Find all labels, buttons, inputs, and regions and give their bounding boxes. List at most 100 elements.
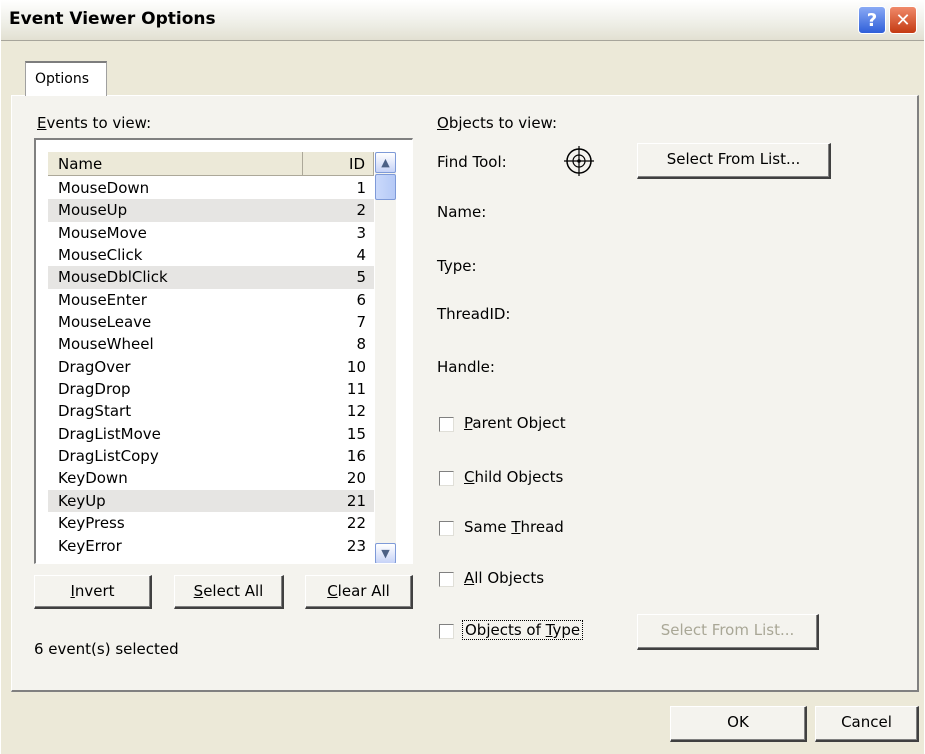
scroll-up-button[interactable]: ▲ — [375, 152, 396, 173]
objects-label-accel: O — [437, 114, 449, 132]
event-name: MouseEnter — [58, 290, 147, 309]
all-objects-checkbox[interactable] — [439, 572, 454, 587]
event-id: 3 — [356, 223, 366, 242]
event-row[interactable]: DragListMove 15 — [48, 423, 374, 445]
select-all-button[interactable]: Select All — [174, 575, 284, 609]
event-name: KeyPress — [58, 514, 125, 533]
event-row[interactable]: MouseClick 4 — [48, 244, 374, 266]
event-row[interactable]: MouseUp 2 — [48, 199, 374, 222]
event-row[interactable]: DragListCopy 16 — [48, 445, 374, 467]
crosshair-target-icon[interactable] — [562, 144, 596, 178]
event-id: 20 — [346, 469, 366, 488]
select-from-list-button[interactable]: Select From List... — [637, 143, 831, 179]
event-id: 4 — [356, 246, 366, 265]
event-id: 23 — [346, 536, 366, 555]
objects-to-view-label: Objects to view: — [437, 114, 557, 132]
child-objects-checkbox[interactable] — [439, 471, 454, 486]
event-name: MouseDblClick — [58, 268, 168, 287]
same-thread-accel: T — [511, 518, 521, 536]
event-row[interactable]: DragOver 10 — [48, 356, 374, 378]
invert-button[interactable]: Invert — [34, 575, 152, 609]
events-scrollbar[interactable]: ▲ ▼ — [375, 152, 396, 563]
chevron-up-icon: ▲ — [381, 156, 390, 169]
event-name: DragListCopy — [58, 447, 159, 466]
event-row[interactable]: MouseLeave 7 — [48, 311, 374, 333]
column-header-name-label: Name — [58, 155, 103, 173]
event-row[interactable]: KeyDown 20 — [48, 467, 374, 489]
event-row[interactable]: MouseDblClick 5 — [48, 266, 374, 289]
event-name: MouseWheel — [58, 335, 154, 354]
events-to-view-label: Events to view: — [37, 114, 151, 132]
column-header-id[interactable]: ID — [303, 152, 374, 176]
parent-object-text: arent Object — [472, 414, 566, 432]
event-row[interactable]: KeyPress 22 — [48, 512, 374, 534]
event-name: MouseUp — [58, 201, 128, 220]
event-name: MouseDown — [58, 179, 150, 197]
objects-of-type-pre: Objects of — [465, 621, 546, 639]
events-list[interactable]: Name ID MouseDown 1 MouseUp 2 MouseMove 3 Mous… — [34, 138, 413, 564]
events-label-text: vents to view: — [46, 114, 152, 132]
event-id: 1 — [356, 179, 366, 197]
event-id: 16 — [346, 447, 366, 466]
event-row[interactable]: KeyUp 21 — [48, 489, 374, 513]
select-from-list-type-button[interactable]: Select From List... — [637, 614, 819, 650]
dialog-title: Event Viewer Options — [9, 9, 216, 29]
objects-of-type-text: ype — [552, 621, 581, 639]
event-id: 15 — [346, 424, 366, 443]
help-button[interactable]: ? — [858, 6, 886, 34]
clear-all-accel: C — [327, 582, 338, 600]
events-rows: MouseDown 1 MouseUp 2 MouseMove 3 MouseClick 4 M… — [48, 177, 374, 557]
same-thread-label[interactable]: Same Thread — [464, 518, 564, 536]
objects-of-type-accel: T — [545, 621, 553, 639]
parent-object-label[interactable]: Parent Object — [464, 414, 566, 432]
event-name: KeyUp — [58, 491, 106, 510]
chevron-down-icon: ▼ — [381, 547, 390, 560]
objects-of-type-label[interactable]: Objects of Type — [462, 620, 584, 640]
event-id: 21 — [346, 491, 366, 510]
close-button[interactable]: ✕ — [889, 6, 917, 34]
select-all-text: elect All — [203, 582, 264, 600]
event-row[interactable]: MouseDown 1 — [48, 177, 374, 199]
event-row[interactable]: DragStart 12 — [48, 400, 374, 422]
event-row[interactable]: MouseEnter 6 — [48, 289, 374, 311]
parent-object-checkbox[interactable] — [439, 417, 454, 432]
ok-button[interactable]: OK — [670, 706, 807, 742]
title-bar[interactable]: Event Viewer Options ? ✕ — [1, 0, 924, 41]
event-name: MouseMove — [58, 223, 147, 242]
tab-options[interactable]: Options — [25, 61, 107, 96]
select-all-accel: S — [193, 582, 204, 600]
column-header-name[interactable]: Name — [48, 152, 303, 176]
tab-options-label: Options — [35, 71, 90, 87]
event-name: DragDrop — [58, 380, 131, 399]
type-label: Type: — [437, 257, 477, 275]
event-name: MouseClick — [58, 246, 143, 265]
clear-all-button[interactable]: Clear All — [305, 575, 413, 609]
event-name: KeyDown — [58, 469, 128, 488]
child-objects-accel: C — [464, 468, 475, 486]
name-label: Name: — [437, 203, 487, 221]
same-thread-pre: Same — [464, 518, 512, 536]
event-row[interactable]: KeyError 23 — [48, 535, 374, 557]
event-id: 22 — [346, 514, 366, 533]
event-viewer-options-dialog: Event Viewer Options ? ✕ Options Events … — [1, 0, 924, 754]
find-tool-label: Find Tool: — [437, 153, 507, 171]
same-thread-checkbox[interactable] — [439, 521, 454, 536]
scroll-thumb[interactable] — [375, 174, 396, 200]
event-row[interactable]: MouseWheel 8 — [48, 333, 374, 355]
handle-label: Handle: — [437, 358, 495, 376]
event-id: 11 — [346, 380, 366, 399]
invert-text: nvert — [74, 582, 115, 600]
child-objects-label[interactable]: Child Objects — [464, 468, 563, 486]
event-id: 6 — [356, 290, 366, 309]
question-mark-icon: ? — [866, 9, 878, 31]
cancel-button[interactable]: Cancel — [815, 706, 919, 742]
all-objects-accel: A — [464, 569, 475, 587]
event-name: DragStart — [58, 402, 132, 421]
event-name: MouseLeave — [58, 313, 152, 332]
event-row[interactable]: DragDrop 11 — [48, 378, 374, 400]
event-row[interactable]: MouseMove 3 — [48, 222, 374, 244]
scroll-down-button[interactable]: ▼ — [375, 543, 396, 563]
objects-of-type-checkbox[interactable] — [439, 624, 454, 639]
event-id: 8 — [356, 335, 366, 354]
all-objects-label[interactable]: All Objects — [464, 569, 544, 587]
